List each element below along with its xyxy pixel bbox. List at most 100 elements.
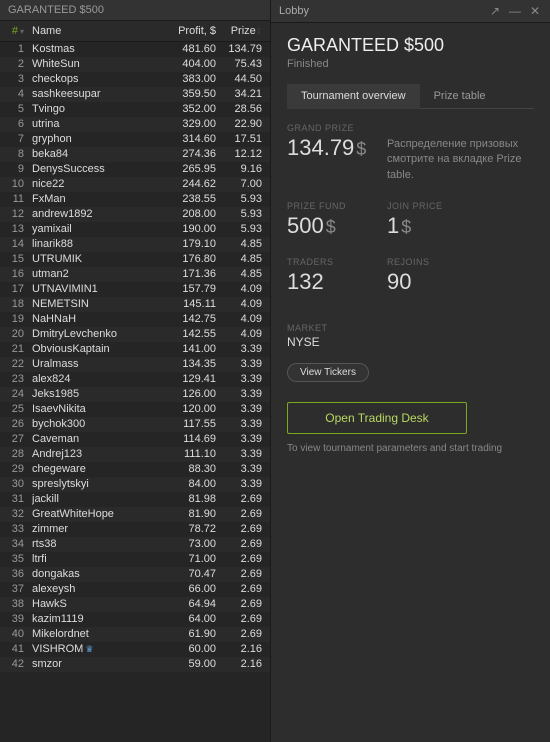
rank-cell: 39 [8,613,32,625]
table-body[interactable]: 1Kostmas481.60134.792WhiteSun404.0075.43… [0,42,270,742]
table-row[interactable]: 40Mikelordnet61.902.69 [0,627,270,642]
name-cell: smzor [32,658,158,670]
table-row[interactable]: 1Kostmas481.60134.79 [0,42,270,57]
prize-fund-block: PRIZE FUND 500$ [287,201,387,239]
table-row[interactable]: 39kazim111964.002.69 [0,612,270,627]
table-row[interactable]: 34rts3873.002.69 [0,537,270,552]
table-row[interactable]: 20DmitryLevchenko142.554.09 [0,327,270,342]
table-row[interactable]: 5Tvingo352.0028.56 [0,102,270,117]
table-row[interactable]: 41VISHROM♛60.002.16 [0,642,270,657]
tab-overview[interactable]: Tournament overview [287,84,420,109]
rank-cell: 33 [8,523,32,535]
col-name-header[interactable]: Name [32,25,158,37]
rejoins-block: REJOINS 90 [387,257,487,295]
col-rank-header[interactable]: #▾ [8,25,32,37]
table-row[interactable]: 30spreslytskyi84.003.39 [0,477,270,492]
prize-cell: 3.39 [216,403,262,415]
table-row[interactable]: 37alexeysh66.002.69 [0,582,270,597]
table-row[interactable]: 38HawkS64.942.69 [0,597,270,612]
rank-cell: 40 [8,628,32,640]
tab-prize-table[interactable]: Prize table [420,84,500,108]
table-row[interactable]: 14linarik88179.104.85 [0,237,270,252]
view-tickers-button[interactable]: View Tickers [287,363,369,382]
rank-cell: 36 [8,568,32,580]
rank-cell: 6 [8,118,32,130]
table-row[interactable]: 28Andrej123111.103.39 [0,447,270,462]
grand-prize-block: GRAND PRIZE 134.79$ [287,123,387,183]
name-cell: beka84 [32,148,158,160]
rank-cell: 14 [8,238,32,250]
table-row[interactable]: 3checkops383.0044.50 [0,72,270,87]
table-row[interactable]: 21ObviousKaptain141.003.39 [0,342,270,357]
table-row[interactable]: 25IsaevNikita120.003.39 [0,402,270,417]
prize-cell: 34.21 [216,88,262,100]
table-row[interactable]: 15UTRUMIK176.804.85 [0,252,270,267]
name-cell: FxMan [32,193,158,205]
join-price-unit: $ [401,217,411,237]
prize-fund-value: 500 [287,213,324,238]
table-row[interactable]: 2WhiteSun404.0075.43 [0,57,270,72]
name-cell: dongakas [32,568,158,580]
table-row[interactable]: 11FxMan238.555.93 [0,192,270,207]
profit-cell: 78.72 [158,523,216,535]
name-cell: NEMETSIN [32,298,158,310]
profit-cell: 81.90 [158,508,216,520]
table-row[interactable]: 27Caveman114.693.39 [0,432,270,447]
col-profit-header[interactable]: Profit, $ [158,25,216,37]
table-row[interactable]: 22Uralmass134.353.39 [0,357,270,372]
table-row[interactable]: 13yamixail190.005.93 [0,222,270,237]
rank-cell: 3 [8,73,32,85]
profit-cell: 176.80 [158,253,216,265]
table-row[interactable]: 12andrew1892208.005.93 [0,207,270,222]
table-row[interactable]: 42smzor59.002.16 [0,657,270,672]
name-cell: Mikelordnet [32,628,158,640]
rank-cell: 29 [8,463,32,475]
profit-cell: 73.00 [158,538,216,550]
rank-cell: 41 [8,643,32,655]
prize-cell: 2.69 [216,598,262,610]
table-row[interactable]: 18NEMETSIN145.114.09 [0,297,270,312]
col-prize-header[interactable]: Prize⁞ [216,25,262,37]
table-row[interactable]: 9DenysSuccess265.959.16 [0,162,270,177]
rank-cell: 20 [8,328,32,340]
prize-cell: 28.56 [216,103,262,115]
table-row[interactable]: 17UTNAVIMIN1157.794.09 [0,282,270,297]
lobby-header: Lobby ↗ — ✕ [271,0,550,23]
table-row[interactable]: 19NaHNaH142.754.09 [0,312,270,327]
open-trading-desk-button[interactable]: Open Trading Desk [287,402,467,434]
table-row[interactable]: 8beka84274.3612.12 [0,147,270,162]
prize-cell: 2.16 [216,643,262,655]
table-row[interactable]: 10nice22244.627.00 [0,177,270,192]
table-row[interactable]: 16utman2171.364.85 [0,267,270,282]
tabs: Tournament overview Prize table [287,84,534,109]
table-row[interactable]: 7gryphon314.6017.51 [0,132,270,147]
table-row[interactable]: 35ltrfi71.002.69 [0,552,270,567]
sort-indicator-icon: ▾ [20,27,24,36]
profit-cell: 114.69 [158,433,216,445]
rank-cell: 25 [8,403,32,415]
table-row[interactable]: 36dongakas70.472.69 [0,567,270,582]
profit-cell: 404.00 [158,58,216,70]
table-row[interactable]: 6utrina329.0022.90 [0,117,270,132]
distribution-text: Распределение призовых смотрите на вклад… [387,123,534,183]
name-cell: spreslytskyi [32,478,158,490]
name-cell: Uralmass [32,358,158,370]
profit-cell: 134.35 [158,358,216,370]
table-row[interactable]: 26bychok300117.553.39 [0,417,270,432]
grand-prize-value: 134.79 [287,135,354,160]
table-row[interactable]: 4sashkeesupar359.5034.21 [0,87,270,102]
name-cell: utman2 [32,268,158,280]
table-row[interactable]: 33zimmer78.722.69 [0,522,270,537]
close-icon[interactable]: ✕ [528,4,542,18]
minimize-icon[interactable]: — [508,4,522,18]
table-row[interactable]: 29chegeware88.303.39 [0,462,270,477]
name-cell: gryphon [32,133,158,145]
table-row[interactable]: 31jackill81.982.69 [0,492,270,507]
prize-cell: 17.51 [216,133,262,145]
detach-icon[interactable]: ↗ [488,4,502,18]
rank-cell: 18 [8,298,32,310]
table-row[interactable]: 24Jeks1985126.003.39 [0,387,270,402]
table-row[interactable]: 32GreatWhiteHope81.902.69 [0,507,270,522]
profit-cell: 179.10 [158,238,216,250]
table-row[interactable]: 23alex824129.413.39 [0,372,270,387]
